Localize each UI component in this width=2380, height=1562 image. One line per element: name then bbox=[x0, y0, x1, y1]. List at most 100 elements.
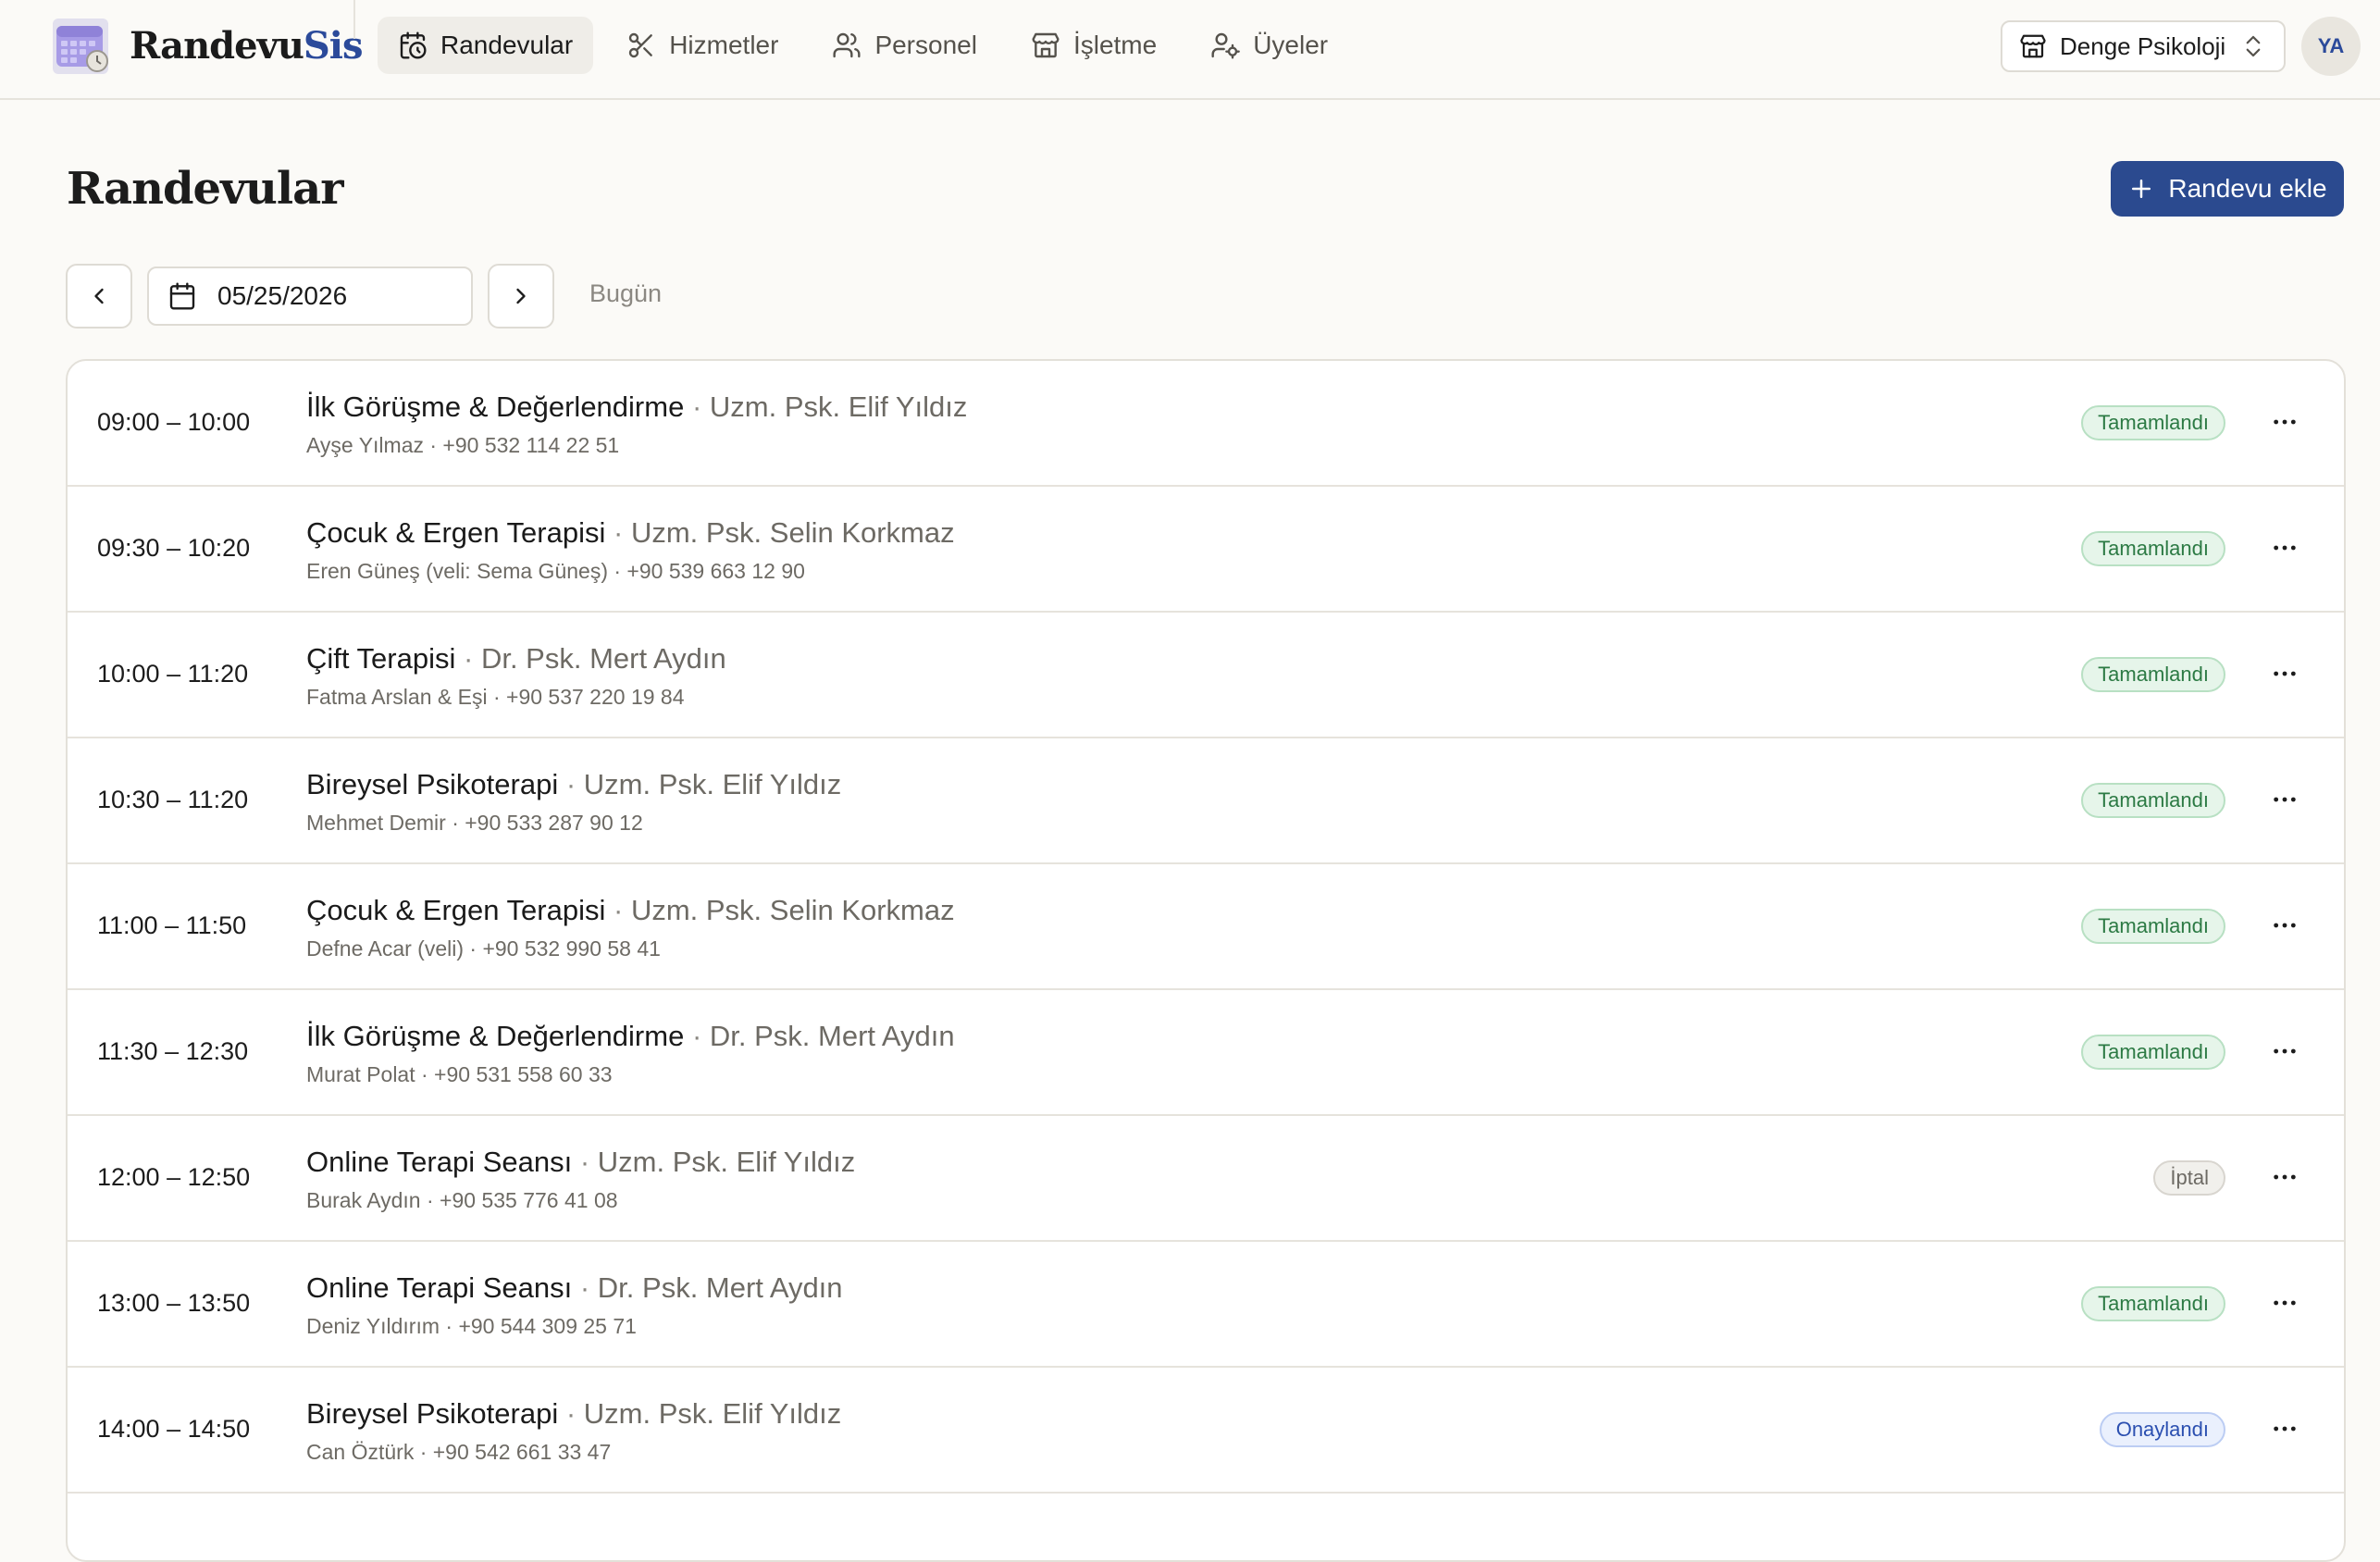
calendar-clock-icon bbox=[400, 31, 427, 59]
previous-day-button[interactable] bbox=[66, 264, 132, 329]
nav-item-hizmetler[interactable]: Hizmetler bbox=[606, 17, 799, 74]
service-name: Bireysel Psikoterapi bbox=[306, 768, 559, 800]
client-info: Murat Polat · +90 531 558 60 33 bbox=[306, 1062, 613, 1086]
business-select[interactable]: Denge Psikoloji bbox=[2001, 20, 2286, 72]
brand-name[interactable]: RandevuSis bbox=[130, 22, 364, 70]
status-badge: Tamamlandı bbox=[2081, 909, 2225, 944]
status-badge: Tamamlandı bbox=[2081, 783, 2225, 818]
top-bar: RandevuSis Randevular Hizmetler Personel… bbox=[0, 0, 2380, 100]
more-horizontal-icon bbox=[2274, 1174, 2296, 1180]
client-info: Ayşe Yılmaz · +90 532 114 22 51 bbox=[306, 433, 620, 457]
appointment-row[interactable]: 09:00 – 10:00 İlk Görüşme & Değerlendirm… bbox=[68, 361, 2344, 487]
more-horizontal-icon bbox=[2274, 923, 2296, 928]
staff-name: Uzm. Psk. Selin Korkmaz bbox=[630, 894, 955, 926]
service-name: İlk Görüşme & Değerlendirme bbox=[306, 390, 685, 423]
date-picker-input[interactable]: 05/25/2026 bbox=[147, 267, 473, 326]
appointment-title: Çift Terapisi · Dr. Psk. Mert Aydın bbox=[306, 642, 726, 675]
appointment-time: 11:30 – 12:30 bbox=[97, 1037, 249, 1065]
appointment-row[interactable]: 10:30 – 11:20 Bireysel Psikoterapi · Uzm… bbox=[68, 738, 2344, 864]
staff-name: Uzm. Psk. Elif Yıldız bbox=[597, 1146, 856, 1178]
appointment-title: Çocuk & Ergen Terapisi · Uzm. Psk. Selin… bbox=[306, 516, 955, 549]
more-options-button[interactable] bbox=[2266, 1033, 2303, 1070]
more-options-button[interactable] bbox=[2266, 1159, 2303, 1196]
brand-part-1: Randevu bbox=[130, 24, 304, 68]
staff-name: Dr. Psk. Mert Aydın bbox=[597, 1271, 843, 1304]
client-info: Fatma Arslan & Eşi · +90 537 220 19 84 bbox=[306, 685, 685, 709]
staff-name: Uzm. Psk. Elif Yıldız bbox=[583, 768, 842, 800]
client-info: Mehmet Demir · +90 533 287 90 12 bbox=[306, 811, 643, 835]
appointment-time: 12:00 – 12:50 bbox=[97, 1163, 251, 1191]
more-options-button[interactable] bbox=[2266, 529, 2303, 566]
nav-item-uyeler[interactable]: Üyeler bbox=[1190, 17, 1348, 74]
staff-name: Uzm. Psk. Selin Korkmaz bbox=[630, 516, 955, 549]
nav-label: Üyeler bbox=[1253, 31, 1329, 59]
more-options-button[interactable] bbox=[2266, 655, 2303, 692]
status-badge: Tamamlandı bbox=[2081, 1035, 2225, 1070]
app-logo-icon[interactable] bbox=[51, 17, 110, 76]
page-title: Randevular bbox=[67, 163, 344, 215]
more-horizontal-icon bbox=[2274, 797, 2296, 802]
staff-name: Uzm. Psk. Elif Yıldız bbox=[709, 390, 968, 423]
nav-label: Personel bbox=[874, 31, 977, 59]
client-info: Eren Güneş (veli: Sema Güneş) · +90 539 … bbox=[306, 559, 805, 583]
more-horizontal-icon bbox=[2274, 1300, 2296, 1306]
appointment-time: 10:00 – 11:20 bbox=[97, 660, 249, 688]
today-button[interactable]: Bugün bbox=[589, 279, 662, 308]
appointment-row[interactable]: 10:00 – 11:20 Çift Terapisi · Dr. Psk. M… bbox=[68, 613, 2344, 738]
more-options-button[interactable] bbox=[2266, 781, 2303, 818]
appointment-row[interactable]: 09:30 – 10:20 Çocuk & Ergen Terapisi · U… bbox=[68, 487, 2344, 613]
status-badge: Onaylandı bbox=[2099, 1412, 2225, 1447]
staff-name: Uzm. Psk. Elif Yıldız bbox=[583, 1397, 842, 1430]
nav-label: Randevular bbox=[440, 31, 574, 59]
appointment-time: 13:00 – 13:50 bbox=[97, 1289, 251, 1317]
nav-item-randevular[interactable]: Randevular bbox=[378, 17, 594, 74]
appointment-row[interactable]: 11:00 – 11:50 Çocuk & Ergen Terapisi · U… bbox=[68, 864, 2344, 990]
more-horizontal-icon bbox=[2274, 419, 2296, 425]
user-avatar[interactable]: YA bbox=[2301, 17, 2361, 76]
chevron-right-icon bbox=[516, 288, 526, 304]
nav-item-personel[interactable]: Personel bbox=[812, 17, 998, 74]
status-badge: İptal bbox=[2153, 1160, 2225, 1196]
more-options-button[interactable] bbox=[2266, 1410, 2303, 1447]
status-badge: Tamamlandı bbox=[2081, 1286, 2225, 1321]
nav-item-isletme[interactable]: İşletme bbox=[1010, 17, 1177, 74]
appointment-title: Bireysel Psikoterapi · Uzm. Psk. Elif Yı… bbox=[306, 1397, 842, 1430]
plus-icon bbox=[2132, 180, 2151, 198]
more-options-button[interactable] bbox=[2266, 403, 2303, 440]
appointment-title: Çocuk & Ergen Terapisi · Uzm. Psk. Selin… bbox=[306, 894, 955, 926]
next-day-button[interactable] bbox=[488, 264, 554, 329]
more-horizontal-icon bbox=[2274, 1048, 2296, 1054]
appointment-row[interactable]: 14:00 – 14:50 Bireysel Psikoterapi · Uzm… bbox=[68, 1368, 2344, 1494]
calendar-icon bbox=[169, 282, 195, 310]
scissors-icon bbox=[629, 32, 653, 58]
business-select-label: Denge Psikoloji bbox=[2060, 31, 2226, 60]
appointment-time: 14:00 – 14:50 bbox=[97, 1415, 251, 1443]
appointment-list: 09:00 – 10:00 İlk Görüşme & Değerlendirm… bbox=[66, 359, 2346, 1562]
service-name: Online Terapi Seansı bbox=[306, 1146, 573, 1178]
status-badge: Tamamlandı bbox=[2081, 657, 2225, 692]
more-options-button[interactable] bbox=[2266, 1284, 2303, 1321]
client-info: Defne Acar (veli) · +90 532 990 58 41 bbox=[306, 936, 661, 961]
users-icon bbox=[833, 32, 861, 58]
appointment-title: İlk Görüşme & Değerlendirme · Dr. Psk. M… bbox=[306, 1020, 955, 1052]
client-info: Burak Aydın · +90 535 776 41 08 bbox=[306, 1188, 618, 1212]
more-horizontal-icon bbox=[2274, 1426, 2296, 1432]
appointment-row[interactable] bbox=[68, 1494, 2344, 1560]
service-name: İlk Görüşme & Değerlendirme bbox=[306, 1020, 685, 1052]
appointment-time: 09:30 – 10:20 bbox=[97, 534, 251, 562]
more-options-button[interactable] bbox=[2266, 907, 2303, 944]
appointment-row[interactable]: 13:00 – 13:50 Online Terapi Seansı · Dr.… bbox=[68, 1242, 2344, 1368]
appointment-title: Online Terapi Seansı · Uzm. Psk. Elif Yı… bbox=[306, 1146, 856, 1178]
staff-name: Dr. Psk. Mert Aydın bbox=[709, 1020, 955, 1052]
appointment-title: Online Terapi Seansı · Dr. Psk. Mert Ayd… bbox=[306, 1271, 843, 1304]
appointment-time: 10:30 – 11:20 bbox=[97, 786, 249, 813]
store-icon bbox=[2020, 34, 2046, 58]
client-info: Deniz Yıldırım · +90 544 309 25 71 bbox=[306, 1314, 637, 1338]
brand-divider bbox=[353, 0, 355, 39]
appointment-row[interactable]: 11:30 – 12:30 İlk Görüşme & Değerlendirm… bbox=[68, 990, 2344, 1116]
service-name: Çift Terapisi bbox=[306, 642, 456, 675]
add-appointment-button[interactable]: Randevu ekle bbox=[2111, 161, 2344, 217]
chevrons-up-down-icon bbox=[2246, 35, 2261, 57]
appointment-row[interactable]: 12:00 – 12:50 Online Terapi Seansı · Uzm… bbox=[68, 1116, 2344, 1242]
client-info: Can Öztürk · +90 542 661 33 47 bbox=[306, 1440, 612, 1464]
